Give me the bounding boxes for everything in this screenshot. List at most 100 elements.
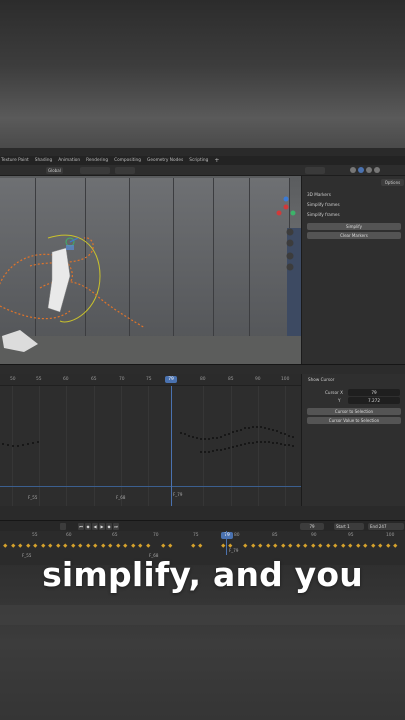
cursor-y-field[interactable]: 7.272 <box>348 397 400 404</box>
tab-geometry-nodes[interactable]: Geometry Nodes <box>147 158 183 163</box>
tab-texture-paint[interactable]: Texture Paint <box>1 158 29 163</box>
panel-simplify-frames-open[interactable]: Simplify frames <box>307 212 340 217</box>
end-frame-field[interactable]: End 247 <box>368 523 404 530</box>
camera-icon[interactable] <box>286 252 294 260</box>
keyframe-diamond[interactable] <box>348 543 353 548</box>
play-icon[interactable]: ▶ <box>99 523 105 530</box>
keyframe-diamond[interactable] <box>63 543 68 548</box>
keyframe-diamond[interactable] <box>355 543 360 548</box>
next-key-icon[interactable]: ◆ <box>106 523 112 530</box>
zoom-icon[interactable] <box>286 228 294 236</box>
keyframe-diamond[interactable] <box>40 543 45 548</box>
graph-frame-ruler[interactable]: 50 55 60 65 70 75 79 80 85 90 100 <box>0 374 301 386</box>
tab-animation[interactable]: Animation <box>58 158 80 163</box>
keyframe-diamond[interactable] <box>130 543 135 548</box>
keyframe-diamond[interactable] <box>370 543 375 548</box>
keyframe-diamond[interactable] <box>310 543 315 548</box>
keyframe-diamond[interactable] <box>78 543 83 548</box>
cursor-to-selection-button[interactable]: Cursor to Selection <box>307 408 401 415</box>
keyframe-diamond[interactable] <box>303 543 308 548</box>
keyframe-diamond[interactable] <box>295 543 300 548</box>
cursor-x-field[interactable]: 79 <box>348 389 400 396</box>
keyframe-diamond[interactable] <box>393 543 398 548</box>
keyframe-diamond[interactable] <box>10 543 15 548</box>
solid-shading-icon[interactable] <box>358 167 364 173</box>
keyframe-diamond[interactable] <box>25 543 30 548</box>
keyframe-diamond[interactable] <box>168 543 173 548</box>
keyframe-diamond[interactable] <box>258 543 263 548</box>
keyframe-diamond[interactable] <box>318 543 323 548</box>
tab-rendering[interactable]: Rendering <box>86 158 108 163</box>
keyframe-diamond[interactable] <box>93 543 98 548</box>
keyframe-diamond[interactable] <box>108 543 113 548</box>
clear-markers-button[interactable]: Clear Markers <box>307 232 401 239</box>
keyframe-diamond[interactable] <box>363 543 368 548</box>
grid-icon[interactable] <box>286 263 294 271</box>
pan-hand-icon[interactable] <box>286 239 294 247</box>
keyframe-diamond[interactable] <box>220 543 225 548</box>
rendered-shading-icon[interactable] <box>374 167 380 173</box>
jump-start-icon[interactable]: ⏮ <box>78 523 84 530</box>
keyframe-diamond[interactable] <box>385 543 390 548</box>
timeline-cursor-line[interactable] <box>226 531 227 555</box>
jump-end-icon[interactable]: ⏭ <box>113 523 119 530</box>
keyframe-diamond[interactable] <box>378 543 383 548</box>
proportional-dropdown[interactable] <box>115 167 135 174</box>
x-axis-icon[interactable] <box>276 210 282 216</box>
keyframe-diamond[interactable] <box>18 543 23 548</box>
x-axis-icon[interactable] <box>283 204 289 210</box>
prev-key-icon[interactable]: ◆ <box>85 523 91 530</box>
wireframe-shading-icon[interactable] <box>350 167 356 173</box>
keyframe-diamond[interactable] <box>228 543 233 548</box>
current-frame-badge[interactable]: 79 <box>165 376 177 383</box>
z-axis-icon[interactable] <box>283 196 289 202</box>
snap-dropdown[interactable] <box>80 167 110 174</box>
orientation-dropdown[interactable]: Global <box>46 167 63 174</box>
keyframe-diamond[interactable] <box>273 543 278 548</box>
simplify-button[interactable]: Simplify <box>307 223 401 230</box>
keyframe-diamond[interactable] <box>138 543 143 548</box>
keyframe-diamond[interactable] <box>115 543 120 548</box>
keyframe-diamond[interactable] <box>160 543 165 548</box>
keyframe-diamond[interactable] <box>190 543 195 548</box>
keyframe-diamond[interactable] <box>243 543 248 548</box>
3d-viewport[interactable] <box>0 176 301 364</box>
keyframe-diamond[interactable] <box>100 543 105 548</box>
frame-cursor-line[interactable] <box>171 386 172 506</box>
keyframe-diamond[interactable] <box>340 543 345 548</box>
show-cursor-checkbox[interactable]: Show Cursor <box>308 377 334 382</box>
keyframe-diamond[interactable] <box>123 543 128 548</box>
play-reverse-icon[interactable]: ◀ <box>92 523 98 530</box>
keyframe-diamond[interactable] <box>265 543 270 548</box>
current-frame-field[interactable]: 79 <box>300 523 324 530</box>
keyframe-diamond[interactable] <box>70 543 75 548</box>
keyframe-diamond[interactable] <box>325 543 330 548</box>
keyframe-diamond[interactable] <box>145 543 150 548</box>
tab-scripting[interactable]: Scripting <box>189 158 208 163</box>
start-frame-field[interactable]: Start 1 <box>334 523 364 530</box>
material-shading-icon[interactable] <box>366 167 372 173</box>
panel-simplify-frames[interactable]: Simplify frames <box>307 202 340 207</box>
tab-shading[interactable]: Shading <box>35 158 52 163</box>
keyframe-diamond[interactable] <box>85 543 90 548</box>
options-dropdown[interactable]: Options <box>381 179 404 186</box>
shading-mode-buttons[interactable] <box>350 167 380 174</box>
graph-editor-canvas[interactable]: F_55 F_68 F_79 <box>0 386 301 506</box>
keyframe-diamond[interactable] <box>250 543 255 548</box>
keyframe-diamond[interactable] <box>55 543 60 548</box>
timeline-current-frame[interactable]: 79 <box>221 532 233 539</box>
tab-compositing[interactable]: Compositing <box>114 158 141 163</box>
add-workspace-button[interactable]: + <box>214 157 219 164</box>
keyframe-diamond[interactable] <box>3 543 8 548</box>
keyframe-diamond[interactable] <box>333 543 338 548</box>
cursor-value-to-selection-button[interactable]: Cursor Value to Selection <box>307 417 401 424</box>
overlay-toggle[interactable] <box>305 167 325 174</box>
keyframe-diamond[interactable] <box>33 543 38 548</box>
y-axis-icon[interactable] <box>290 210 296 216</box>
keyframe-diamond[interactable] <box>198 543 203 548</box>
panel-3d-markers[interactable]: 3D Markers <box>307 192 331 197</box>
keyframe-diamond[interactable] <box>288 543 293 548</box>
record-button[interactable] <box>60 523 66 530</box>
timeline-ruler[interactable]: 55 60 65 70 75 79 80 85 90 95 100 <box>0 531 405 541</box>
keyframe-diamond[interactable] <box>280 543 285 548</box>
